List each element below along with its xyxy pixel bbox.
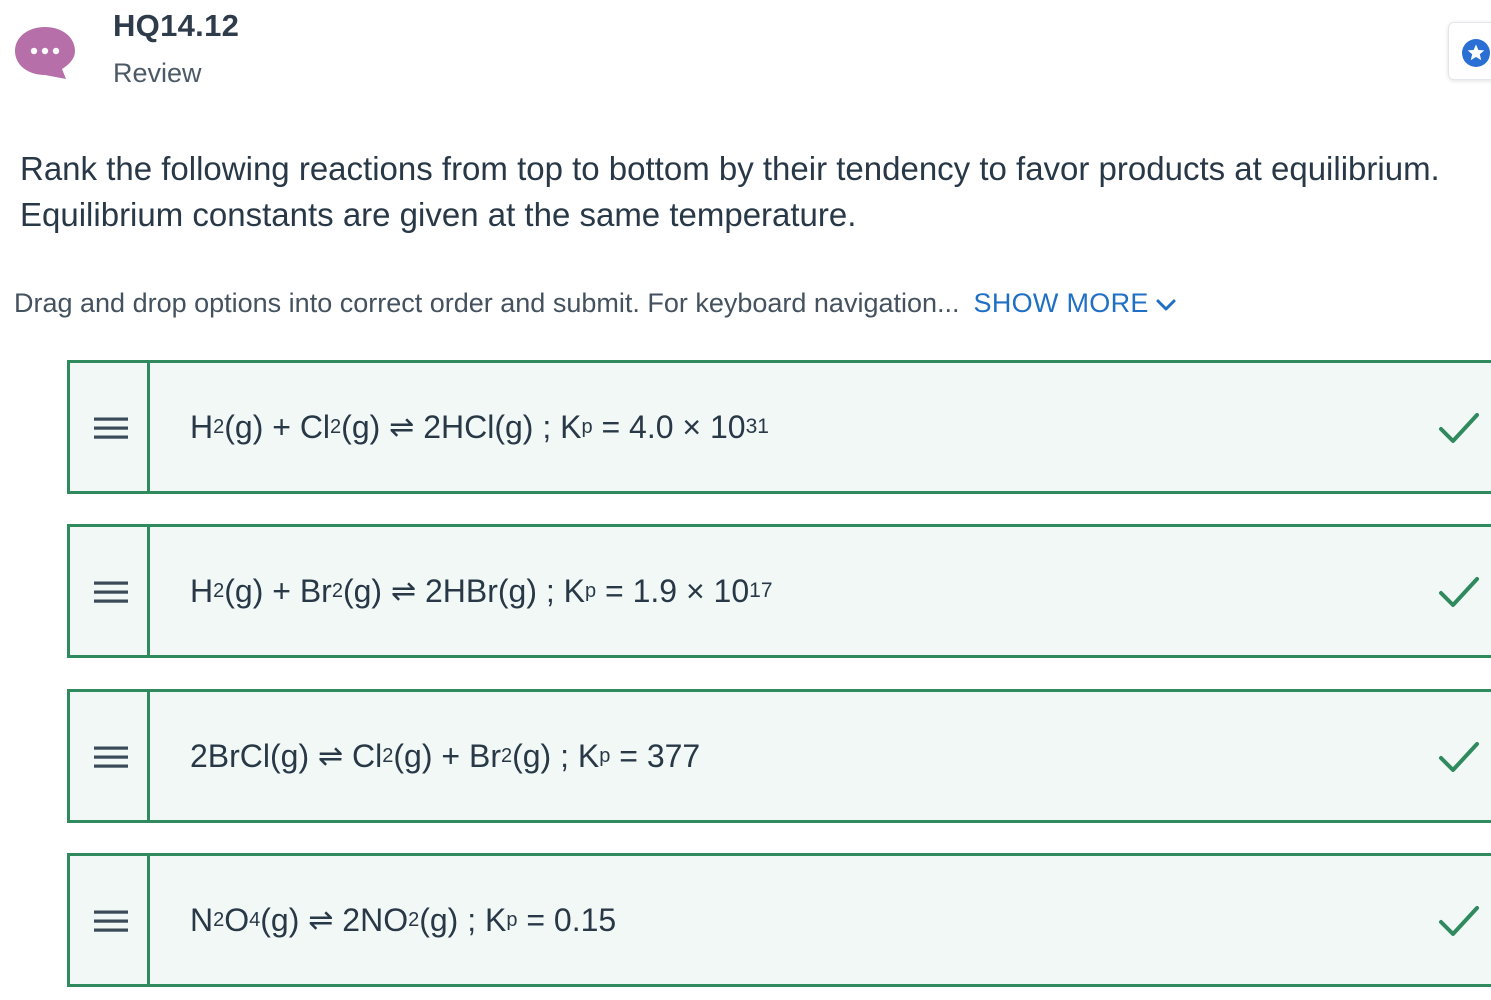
reaction-equation: N 2 O 4 (g) ⇌ 2NO 2 (g) ; Kp = 0.15 bbox=[190, 856, 616, 984]
subscript: 2 bbox=[500, 744, 513, 767]
equation-text: 2BrCl(g) bbox=[190, 737, 319, 774]
equation-text: O bbox=[224, 901, 250, 938]
instructions-text: Drag and drop options into correct order… bbox=[14, 288, 960, 318]
star-icon bbox=[1462, 39, 1490, 67]
checkmark-icon bbox=[1439, 577, 1479, 607]
question-line-1: Rank the following reactions from top to… bbox=[20, 150, 1440, 187]
ranking-item[interactable]: H 2 (g) + Br 2 (g) ⇌ 2HBr(g) ; Kp = 1.9 × 10… bbox=[67, 524, 1491, 658]
bookmark-button[interactable] bbox=[1448, 22, 1491, 80]
chat-bubble-icon[interactable] bbox=[14, 25, 76, 81]
equation-text: (g) + Cl bbox=[224, 408, 331, 445]
equilibrium-arrow-icon: ⇌ bbox=[318, 738, 344, 774]
subscript: 2 bbox=[408, 908, 420, 931]
equation-text: (g) ; K bbox=[419, 901, 507, 938]
ranking-item[interactable]: 2BrCl(g) ⇌ Cl 2 (g) + Br 2 (g) ; Kp = 377 bbox=[67, 689, 1491, 823]
ranking-item[interactable]: N 2 O 4 (g) ⇌ 2NO 2 (g) ; Kp = 0.15 bbox=[67, 853, 1491, 987]
show-more-label: SHOW MORE bbox=[973, 288, 1149, 318]
drag-handle[interactable] bbox=[70, 527, 150, 655]
equilibrium-arrow-icon: ⇌ bbox=[390, 573, 417, 609]
checkmark-icon bbox=[1439, 413, 1479, 443]
equation-text: (g) + Br bbox=[393, 737, 501, 774]
equation-text: = 377 bbox=[610, 737, 701, 774]
equation-text: (g) bbox=[260, 901, 309, 938]
subscript: 2 bbox=[382, 744, 394, 767]
question-page: HQ14.12 Review Rank the following reacti… bbox=[0, 0, 1491, 1000]
equation-text: H bbox=[190, 572, 214, 609]
assignment-title: HQ14.12 bbox=[113, 8, 240, 43]
equation-text: 2NO bbox=[333, 901, 409, 938]
drag-handle-icon bbox=[94, 581, 128, 603]
equation-text: 2HBr(g) ; K bbox=[416, 572, 585, 609]
drag-handle-icon bbox=[94, 417, 128, 439]
subscript: 2 bbox=[213, 579, 225, 602]
drag-handle[interactable] bbox=[70, 363, 150, 491]
equation-text: 2HCl(g) ; K bbox=[414, 408, 582, 445]
subscript: 2 bbox=[213, 415, 225, 438]
drag-handle-icon bbox=[94, 746, 128, 768]
equation-text: = 0.15 bbox=[517, 901, 617, 938]
chevron-down-icon bbox=[1156, 299, 1176, 311]
drag-handle[interactable] bbox=[70, 692, 150, 820]
subscript: p bbox=[585, 579, 597, 602]
instructions: Drag and drop options into correct order… bbox=[14, 288, 1177, 319]
equation-text: = 1.9 × 10 bbox=[596, 572, 750, 609]
equation-text: Cl bbox=[343, 737, 383, 774]
reaction-equation: 2BrCl(g) ⇌ Cl 2 (g) + Br 2 (g) ; Kp = 377 bbox=[190, 692, 700, 820]
equilibrium-arrow-icon: ⇌ bbox=[389, 409, 415, 445]
superscript: 31 bbox=[745, 415, 769, 438]
reaction-equation: H 2 (g) + Cl 2 (g) ⇌ 2HCl(g) ; Kp = 4.0 × 10… bbox=[190, 363, 769, 491]
equation-text: (g) bbox=[341, 408, 390, 445]
superscript: 17 bbox=[749, 579, 773, 602]
equation-text: (g) ; K bbox=[512, 737, 600, 774]
question-line-2: Equilibrium constants are given at the s… bbox=[20, 196, 857, 233]
question-text: Rank the following reactions from top to… bbox=[20, 146, 1480, 238]
equilibrium-arrow-icon: ⇌ bbox=[308, 902, 334, 938]
reaction-equation: H 2 (g) + Br 2 (g) ⇌ 2HBr(g) ; Kp = 1.9 × 10… bbox=[190, 527, 773, 655]
equation-text: H bbox=[190, 408, 214, 445]
checkmark-icon bbox=[1439, 742, 1479, 772]
subscript: 2 bbox=[330, 415, 342, 438]
subscript: 2 bbox=[331, 579, 343, 602]
equation-text: (g) bbox=[342, 572, 391, 609]
show-more-link[interactable]: SHOW MORE bbox=[974, 288, 1177, 318]
subscript: p bbox=[599, 744, 611, 767]
subscript: 2 bbox=[213, 908, 225, 931]
drag-handle-icon bbox=[94, 910, 128, 932]
assignment-subtitle: Review bbox=[113, 58, 202, 88]
equation-text: N bbox=[190, 901, 214, 938]
ranking-item[interactable]: H 2 (g) + Cl 2 (g) ⇌ 2HCl(g) ; Kp = 4.0 × 10… bbox=[67, 360, 1491, 494]
subscript: p bbox=[581, 415, 593, 438]
subscript: p bbox=[506, 908, 518, 931]
checkmark-icon bbox=[1439, 906, 1479, 936]
equation-text: (g) + Br bbox=[224, 572, 332, 609]
drag-handle[interactable] bbox=[70, 856, 150, 984]
equation-text: = 4.0 × 10 bbox=[592, 408, 746, 445]
subscript: 4 bbox=[249, 908, 261, 931]
